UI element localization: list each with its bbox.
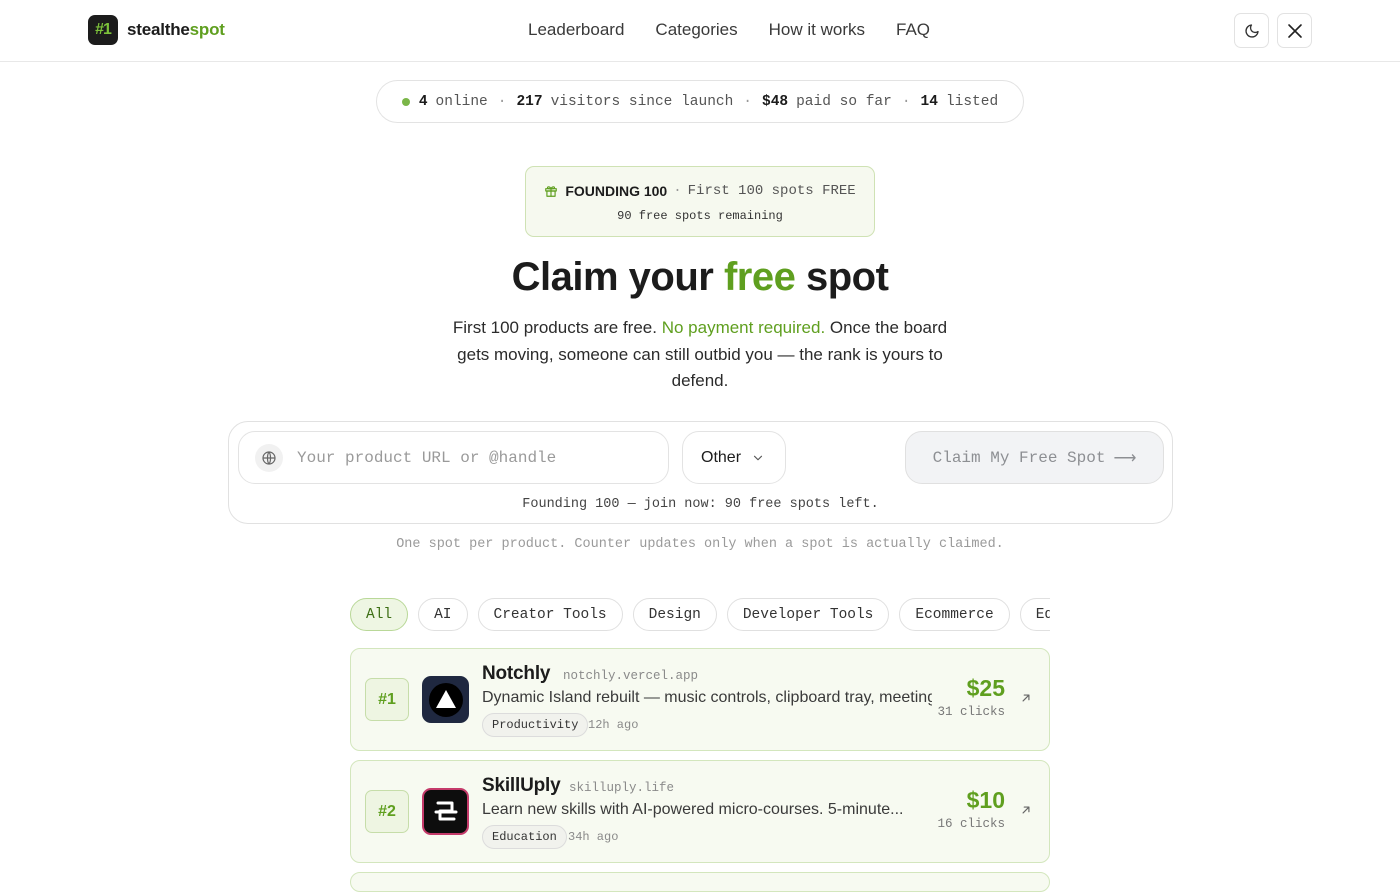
globe-icon	[255, 443, 283, 472]
founding-remaining: 90 free spots remaining	[617, 209, 783, 223]
nav-links: Leaderboard Categories How it works FAQ	[528, 20, 930, 40]
external-link-icon[interactable]	[1019, 691, 1033, 705]
click-count: 31 clicks	[937, 705, 1005, 719]
claim-free-spot-button[interactable]: Claim My Free Spot ⟶	[905, 431, 1164, 484]
product-domain[interactable]: skilluply.life	[569, 781, 674, 795]
stats-separator: ·	[497, 93, 507, 110]
hero-title: Claim your free spot	[0, 255, 1400, 300]
category-chip-design[interactable]: Design	[632, 598, 717, 631]
founding-subtitle: First 100 spots FREE	[687, 183, 856, 199]
category-chip-education[interactable]: Education	[1019, 598, 1050, 631]
product-name[interactable]: Notchly	[482, 663, 550, 685]
moon-icon	[1244, 23, 1259, 38]
claim-disclaimer: One spot per product. Counter updates on…	[396, 537, 1004, 552]
bid-price: $10	[966, 787, 1005, 813]
arrow-right-icon: ⟶	[1113, 449, 1137, 468]
claim-form: Your product URL or @handle Other Claim …	[228, 421, 1173, 524]
listing-card[interactable]	[350, 872, 1050, 892]
category-tag[interactable]: Education	[482, 825, 567, 849]
rank-badge: #2	[365, 790, 409, 833]
nav-link-faq[interactable]: FAQ	[896, 20, 930, 40]
x-icon	[1287, 23, 1302, 38]
paid-label: paid so far	[796, 93, 892, 110]
listed-time: 12h ago	[588, 718, 639, 732]
product-name[interactable]: SkillUply	[482, 775, 561, 797]
url-input[interactable]: Your product URL or @handle	[238, 431, 669, 484]
listed-time: 34h ago	[568, 830, 619, 844]
founding-row: FOUNDING 100 · First 100 spots FREE	[526, 183, 874, 199]
claim-button-label: Claim My Free Spot	[932, 448, 1106, 467]
category-chip-creator-tools[interactable]: Creator Tools	[477, 598, 623, 631]
click-count: 16 clicks	[937, 817, 1005, 831]
listed-label: listed	[945, 93, 999, 110]
nav-link-how-it-works[interactable]: How it works	[769, 20, 865, 40]
listed-count: 14	[920, 93, 938, 110]
category-filter-bar: All AI Creator Tools Design Developer To…	[350, 598, 1050, 632]
nav-link-leaderboard[interactable]: Leaderboard	[528, 20, 624, 40]
logo-text-accent: spot	[189, 20, 225, 39]
logo-badge: #1	[88, 15, 118, 45]
category-select[interactable]: Other	[682, 431, 786, 484]
theme-toggle-button[interactable]	[1234, 13, 1269, 48]
notchly-logo-icon	[422, 676, 469, 723]
category-chip-ecommerce[interactable]: Ecommerce	[899, 598, 1010, 631]
listing-card[interactable]: #1 Notchly notchly.vercel.app Dynamic Is…	[350, 648, 1050, 751]
product-domain[interactable]: notchly.vercel.app	[563, 669, 698, 683]
x-social-button[interactable]	[1277, 13, 1312, 48]
listing-card[interactable]: #2 SkillUply skilluply.life Learn new sk…	[350, 760, 1050, 863]
stats-separator: ·	[743, 93, 752, 110]
rank-badge: #1	[365, 678, 409, 721]
visitors-label: visitors since launch	[550, 93, 734, 110]
founding-separator: ·	[673, 183, 682, 199]
form-note: Founding 100 — join now: 90 free spots l…	[522, 497, 879, 512]
online-label: online	[435, 93, 488, 110]
logo[interactable]: #1 stealthespot	[88, 15, 225, 45]
bid-price: $25	[966, 675, 1005, 701]
skilluply-logo-icon	[422, 788, 469, 835]
hero-title-start: Claim your	[511, 255, 724, 299]
logo-text-main: stealthe	[127, 20, 190, 39]
hero-title-end: spot	[795, 255, 889, 299]
hero-title-highlight: free	[723, 255, 796, 299]
chevron-down-icon	[753, 455, 763, 460]
visitors-count: 217	[516, 93, 543, 110]
online-dot-icon	[401, 97, 410, 106]
category-chip-all[interactable]: All	[350, 598, 409, 631]
nav-link-categories[interactable]: Categories	[655, 20, 737, 40]
product-description: Dynamic Island rebuilt — music controls,…	[482, 689, 932, 706]
founding-title: FOUNDING 100	[565, 183, 668, 199]
external-link-icon[interactable]	[1019, 803, 1033, 817]
online-count: 4	[418, 93, 428, 110]
gift-icon	[545, 186, 558, 197]
category-tag[interactable]: Productivity	[482, 713, 589, 737]
category-chip-developer-tools[interactable]: Developer Tools	[726, 598, 890, 631]
hero-sub-highlight: No payment required.	[661, 318, 826, 337]
founding-100-banner: FOUNDING 100 · First 100 spots FREE 90 f…	[525, 166, 875, 237]
hero-sub-start: First 100 products are free.	[452, 318, 662, 337]
logo-text: stealthespot	[127, 20, 225, 40]
hero-subtitle: First 100 products are free. No payment …	[440, 315, 960, 395]
url-input-placeholder: Your product URL or @handle	[297, 448, 557, 467]
category-select-value: Other	[701, 448, 742, 466]
top-nav: #1 stealthespot Leaderboard Categories H…	[0, 0, 1400, 62]
stats-separator: ·	[901, 93, 911, 110]
category-chip-ai[interactable]: AI	[418, 598, 468, 631]
live-stats-pill: 4 online · 217 visitors since launch · $…	[376, 80, 1024, 123]
product-description: Learn new skills with AI-powered micro-c…	[482, 801, 904, 818]
paid-amount: $48	[762, 93, 789, 110]
